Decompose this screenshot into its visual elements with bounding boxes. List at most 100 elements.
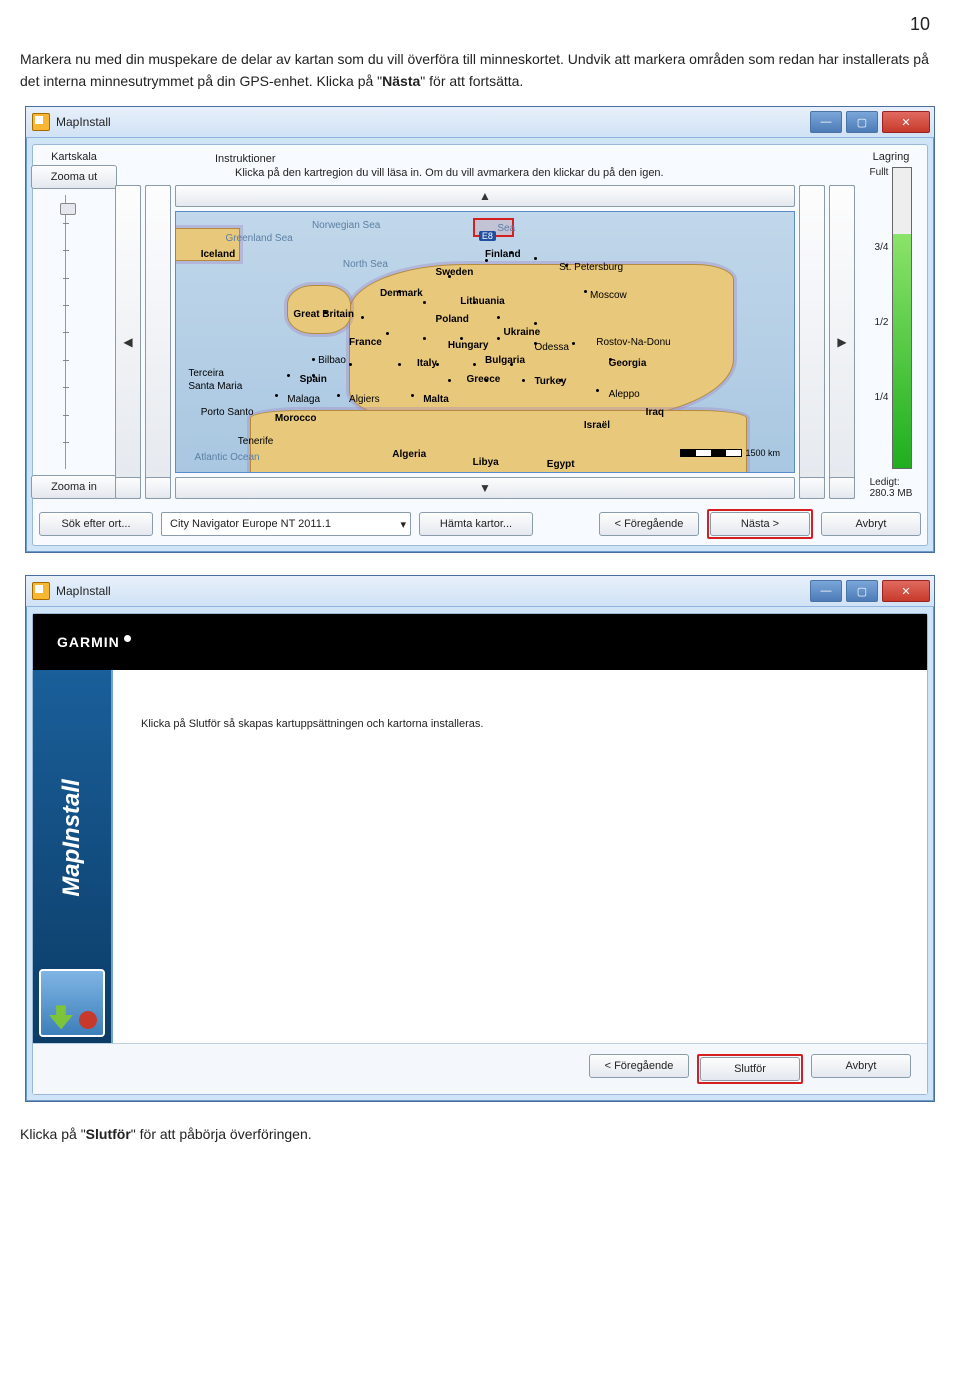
map-label: Malta (423, 394, 449, 405)
instruction-1: Markera nu med din muspekare de delar av… (20, 49, 940, 92)
map-label: Sea (497, 223, 515, 234)
slider-thumb[interactable] (60, 203, 76, 215)
brand-dot-icon (124, 635, 131, 642)
side-banner: MapInstall ✕ (33, 670, 113, 1043)
map-label: Atlantic Ocean (195, 452, 260, 463)
map-label: Iceland (201, 249, 235, 260)
map-install-icon: ✕ (39, 969, 105, 1037)
pan-se-button[interactable] (829, 477, 855, 499)
instructions-label: Instruktioner (115, 151, 855, 167)
map-label: Bilbao (318, 355, 346, 366)
side-banner-text: MapInstall (58, 780, 86, 897)
zoom-in-button[interactable]: Zooma in (31, 475, 117, 499)
instructions-text: Klicka på den kartregion du vill läsa in… (115, 167, 855, 185)
gauge-full: Fullt (870, 167, 889, 178)
map-label: France (349, 337, 382, 348)
maximize-button[interactable]: ▢ (846, 580, 878, 602)
minimize-button[interactable]: — (810, 111, 842, 133)
cancel-button[interactable]: Avbryt (821, 512, 921, 536)
map-label: Lithuania (460, 296, 504, 307)
close-button[interactable]: ✕ (882, 580, 930, 602)
app-icon (32, 113, 50, 131)
close-button[interactable]: ✕ (882, 111, 930, 133)
zoom-out-button[interactable]: Zooma ut (31, 165, 117, 189)
titlebar: MapInstall — ▢ ✕ (26, 107, 934, 138)
next-button[interactable]: Nästa > (710, 512, 810, 536)
chevron-left-icon: ◀ (123, 335, 132, 349)
scale-label: Kartskala (51, 151, 97, 163)
page-number: 10 (20, 10, 940, 43)
map-label: Porto Santo (201, 407, 254, 418)
instruction-2: Klicka på "Slutför" för att påbörja över… (20, 1124, 940, 1146)
chevron-up-icon: ▲ (479, 189, 491, 203)
map-label: Norwegian Sea (312, 220, 380, 231)
pan-left-button[interactable] (145, 185, 171, 499)
pan-right-button[interactable] (799, 185, 825, 499)
pan-far-left-button[interactable]: ◀ (115, 185, 141, 499)
search-city-button[interactable]: Sök efter ort... (39, 512, 153, 536)
highlight-finish: Slutför (697, 1054, 803, 1084)
map-label: Odessa (534, 342, 568, 353)
chevron-down-icon: ▾ (400, 518, 406, 531)
chevron-right-icon: ▶ (837, 335, 846, 349)
gauge-34: 3/4 (870, 242, 889, 253)
brand-bar: GARMIN (33, 614, 927, 670)
map-label: Ukraine (504, 327, 541, 338)
pan-far-right-button[interactable]: ▶ (829, 185, 855, 499)
garmin-logo: GARMIN (57, 634, 120, 650)
pan-up-button[interactable]: ▲ (175, 185, 795, 207)
screenshot-mapinstall-select: MapInstall — ▢ ✕ Kartskala Zooma ut (25, 106, 935, 553)
free-space-label: Ledigt: 280.3 MB (870, 477, 913, 499)
map-label: Turkey (534, 376, 566, 387)
finish-button[interactable]: Slutför (700, 1057, 800, 1081)
map-label: Iraq (646, 407, 664, 418)
previous-button[interactable]: < Föregående (589, 1054, 689, 1078)
map-label: Italy (417, 358, 437, 369)
pan-sw-button[interactable] (115, 477, 141, 499)
map-label: Aleppo (609, 389, 640, 400)
screenshot-mapinstall-finish: MapInstall — ▢ ✕ GARMIN MapInstall ✕ Kli… (25, 575, 935, 1102)
map-label: Algiers (349, 394, 380, 405)
zoom-slider[interactable] (65, 195, 84, 469)
product-select[interactable]: City Navigator Europe NT 2011.1 ▾ (161, 512, 411, 536)
map-label: North Sea (343, 259, 388, 270)
map-label: Moscow (590, 290, 627, 301)
window-title: MapInstall (56, 584, 111, 598)
fetch-maps-button[interactable]: Hämta kartor... (419, 512, 533, 536)
minimize-button[interactable]: — (810, 580, 842, 602)
map-label: Tenerife (238, 436, 274, 447)
map-label: Poland (436, 314, 469, 325)
map-label: Denmark (380, 288, 423, 299)
map-label: Georgia (609, 358, 647, 369)
pan-sw2-button[interactable] (145, 477, 171, 499)
map-label: Egypt (547, 459, 575, 470)
map-label: Libya (473, 457, 499, 468)
map-label: St. Petersburg (559, 262, 623, 273)
app-icon (32, 582, 50, 600)
map-scale-bar: 1500 km (680, 448, 780, 458)
pan-se2-button[interactable] (799, 477, 825, 499)
map-label: Terceira (188, 368, 224, 379)
pan-down-button[interactable]: ▼ (175, 477, 795, 499)
window-title: MapInstall (56, 115, 111, 129)
previous-button[interactable]: < Föregående (599, 512, 699, 536)
maximize-button[interactable]: ▢ (846, 111, 878, 133)
cancel-button[interactable]: Avbryt (811, 1054, 911, 1078)
gauge-12: 1/2 (870, 317, 889, 328)
storage-column: Lagring Fullt 3/4 1/2 1/4 Ledigt: (861, 151, 921, 499)
storage-gauge (892, 167, 912, 469)
map-label: Great Britain (293, 309, 354, 320)
map-view[interactable]: Norwegian Sea Greenland Sea Iceland Nort… (175, 211, 795, 473)
map-label: Israël (584, 420, 610, 431)
route-badge: E8 (479, 231, 496, 241)
titlebar: MapInstall — ▢ ✕ (26, 576, 934, 607)
map-label: Santa Maria (188, 381, 242, 392)
chevron-down-icon: ▼ (479, 481, 491, 495)
storage-label: Lagring (873, 151, 910, 163)
map-label: Algeria (392, 449, 426, 460)
highlight-next: Nästa > (707, 509, 813, 539)
map-label: Greenland Sea (225, 233, 292, 244)
map-label: Bulgaria (485, 355, 525, 366)
finish-message: Klicka på Slutför så skapas kartuppsättn… (141, 718, 483, 730)
map-label: Morocco (275, 413, 317, 424)
